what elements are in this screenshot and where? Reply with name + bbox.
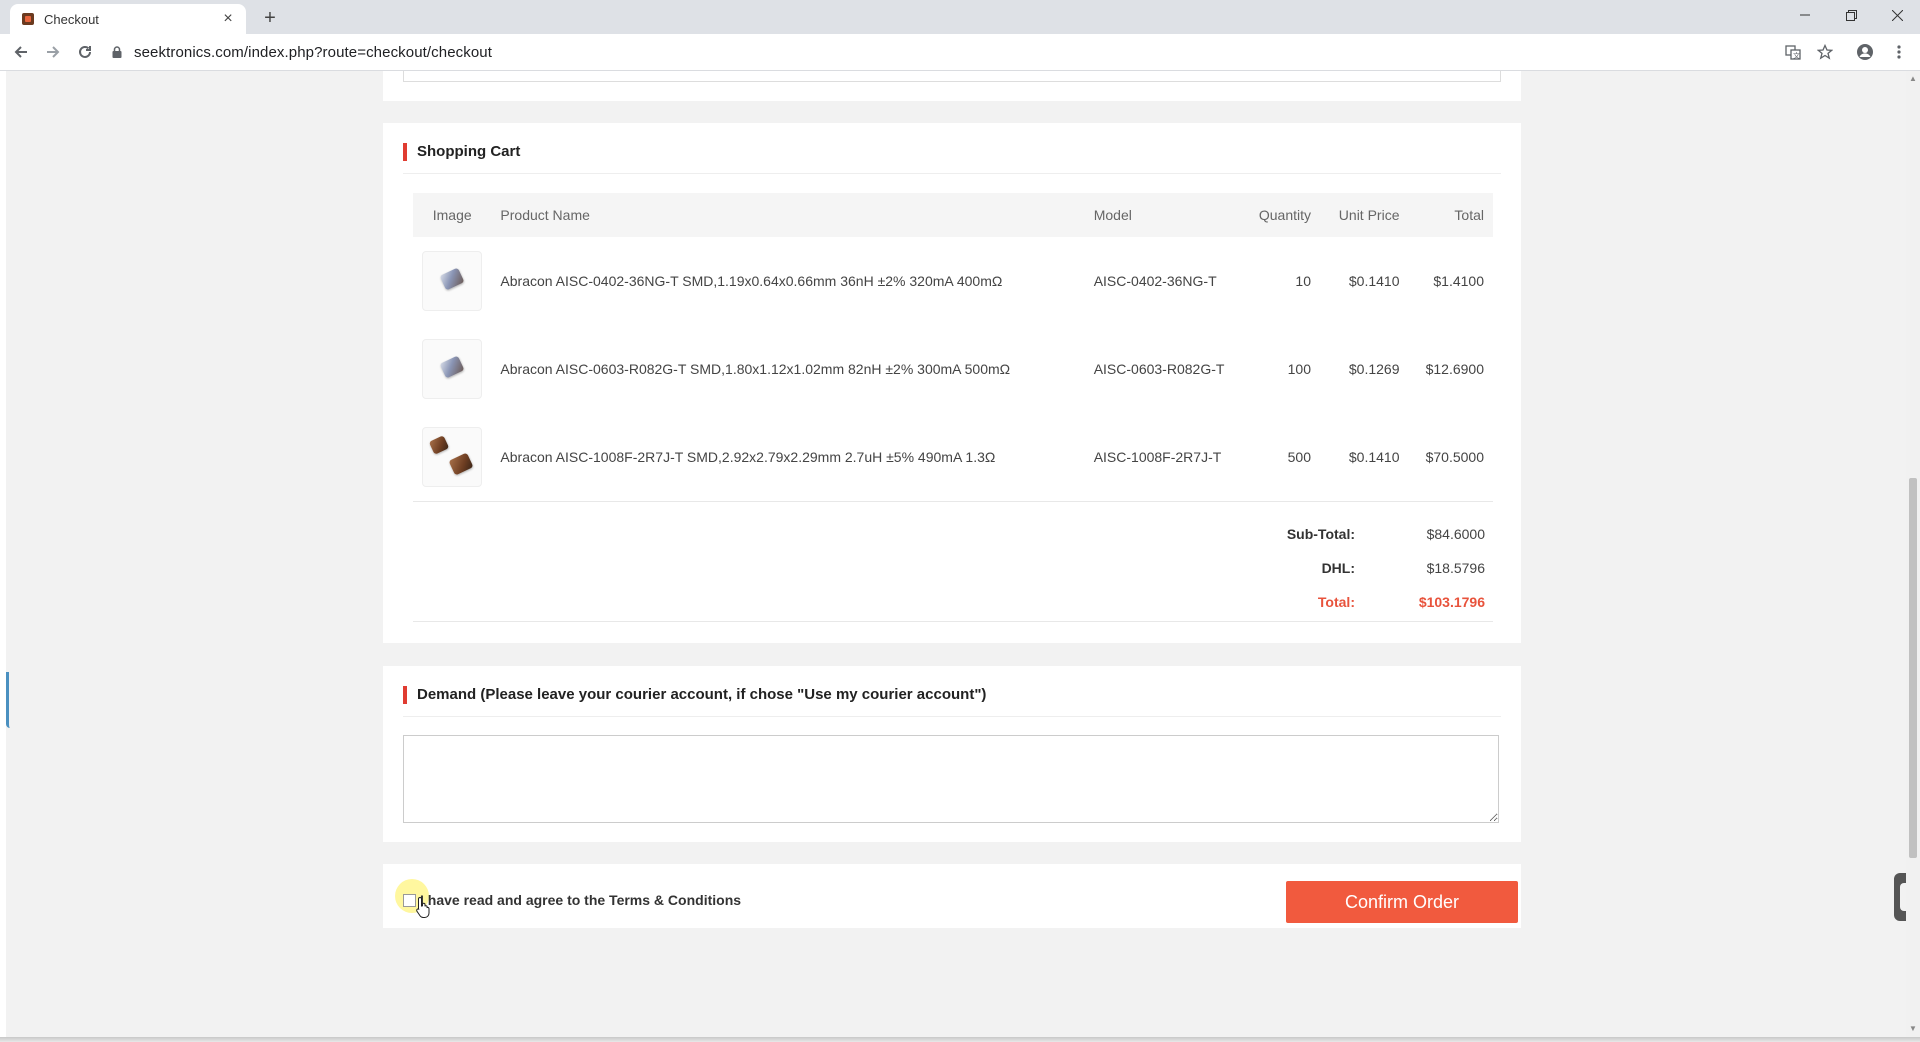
title-divider [403, 716, 1501, 717]
cart-table: Image Product Name Model Quantity Unit P… [413, 193, 1493, 501]
product-total: $70.5000 [1425, 449, 1484, 465]
address-bar[interactable]: seektronics.com/index.php?route=checkout… [110, 38, 1780, 66]
cart-totals: Sub-Total: $84.6000 DHL: $18.5796 Total:… [413, 518, 1493, 620]
product-name-link[interactable]: Abracon AISC-0402-36NG-T SMD,1.19x0.64x0… [491, 237, 1084, 325]
table-row: Abracon AISC-0603-R082G-T SMD,1.80x1.12x… [413, 325, 1493, 413]
shipping-value: $18.5796 [1426, 560, 1485, 576]
product-thumbnail[interactable] [422, 251, 482, 311]
tab-title: Checkout [44, 11, 99, 27]
product-name-link[interactable]: Abracon AISC-1008F-2R7J-T SMD,2.92x2.79x… [491, 413, 1084, 501]
product-unit-price: $0.1269 [1348, 361, 1400, 377]
hand-cursor-icon [416, 896, 430, 918]
product-quantity: 500 [1287, 449, 1311, 465]
reload-icon[interactable] [72, 39, 98, 65]
shopping-cart-title: Shopping Cart [403, 143, 520, 161]
menu-dots-icon[interactable] [1886, 39, 1912, 65]
translate-icon[interactable]: 文 [1780, 39, 1806, 65]
col-header-quantity: Quantity [1258, 207, 1311, 223]
cart-table-header: Image Product Name Model Quantity Unit P… [413, 193, 1493, 237]
inductor-chip-image [428, 435, 450, 455]
product-image-cell [413, 325, 491, 413]
scroll-thumb[interactable] [1909, 478, 1917, 858]
inductor-chip-image [439, 355, 465, 379]
back-arrow-icon[interactable] [8, 39, 34, 65]
minimize-icon[interactable] [1782, 0, 1828, 30]
terms-row[interactable]: I have read and agree to the Terms & Con… [403, 892, 741, 908]
product-model: AISC-0603-R082G-T [1093, 361, 1225, 377]
col-header-image: Image [432, 207, 472, 223]
product-unit-price: $0.1410 [1348, 273, 1400, 289]
browser-tab-bar: Checkout × + [0, 0, 1920, 34]
inductor-chip-image [439, 267, 465, 291]
scroll-up-icon[interactable]: ▲ [1909, 75, 1917, 83]
previous-section-field [403, 71, 1501, 82]
subtotal-row: Sub-Total: $84.6000 [413, 518, 1493, 552]
product-quantity: 100 [1287, 361, 1311, 377]
product-total: $12.6900 [1425, 361, 1484, 377]
product-model: AISC-1008F-2R7J-T [1093, 449, 1222, 465]
product-model: AISC-0402-36NG-T [1093, 273, 1217, 289]
total-row: Total: $103.1796 [413, 586, 1493, 620]
table-row: Abracon AISC-1008F-2R7J-T SMD,2.92x2.79x… [413, 413, 1493, 501]
new-tab-button[interactable]: + [258, 6, 282, 30]
account-icon[interactable] [1852, 39, 1878, 65]
svg-text:文: 文 [1793, 51, 1800, 60]
product-thumbnail[interactable] [422, 427, 482, 487]
product-thumbnail[interactable] [422, 339, 482, 399]
table-row: Abracon AISC-0402-36NG-T SMD,1.19x0.64x0… [413, 237, 1493, 325]
totals-divider [413, 621, 1493, 622]
scroll-down-icon[interactable]: ▼ [1909, 1025, 1917, 1033]
product-name-link[interactable]: Abracon AISC-0603-R082G-T SMD,1.80x1.12x… [491, 325, 1084, 413]
left-edge-handle [6, 672, 14, 728]
site-favicon-icon [22, 13, 34, 25]
product-total: $1.4100 [1433, 273, 1484, 289]
page-viewport: Shopping Cart Image Product Name Model Q… [6, 71, 1906, 1037]
product-unit-price: $0.1410 [1348, 449, 1400, 465]
window-bottom-border [0, 1037, 1920, 1042]
product-image-cell [413, 237, 491, 325]
terms-checkbox[interactable] [403, 893, 416, 907]
demand-title: Demand (Please leave your courier accoun… [403, 686, 986, 704]
subtotal-label: Sub-Total: [1286, 526, 1355, 542]
table-divider [413, 501, 1493, 502]
url-text: seektronics.com/index.php?route=checkout… [134, 43, 493, 61]
product-image-cell [413, 413, 491, 501]
col-header-product-name: Product Name [500, 207, 590, 223]
browser-tab-checkout[interactable]: Checkout × [10, 4, 246, 34]
forward-arrow-icon[interactable] [40, 39, 66, 65]
col-header-total: Total [1454, 207, 1484, 223]
shopping-cart-card: Shopping Cart Image Product Name Model Q… [383, 123, 1521, 643]
star-icon[interactable] [1812, 39, 1838, 65]
lock-icon [112, 46, 122, 58]
product-quantity: 10 [1295, 273, 1311, 289]
tab-close-icon[interactable]: × [218, 9, 238, 29]
title-divider [403, 173, 1501, 174]
confirm-order-button[interactable]: Confirm Order [1286, 881, 1518, 923]
restore-icon[interactable] [1828, 0, 1874, 30]
shipping-row: DHL: $18.5796 [413, 552, 1493, 586]
browser-toolbar: seektronics.com/index.php?route=checkout… [0, 34, 1920, 71]
demand-textarea[interactable] [403, 735, 1499, 823]
previous-section-card [383, 71, 1521, 101]
inductor-chip-image [448, 452, 474, 476]
shipping-label: DHL: [1321, 560, 1355, 576]
col-header-unit-price: Unit Price [1338, 207, 1400, 223]
total-value: $103.1796 [1418, 594, 1485, 610]
total-label: Total: [1317, 594, 1355, 610]
vertical-scrollbar[interactable]: ▲ ▼ [1906, 71, 1920, 1037]
subtotal-value: $84.6000 [1426, 526, 1485, 542]
demand-card: Demand (Please leave your courier accoun… [383, 666, 1521, 842]
close-window-icon[interactable] [1874, 0, 1920, 30]
col-header-model: Model [1093, 207, 1132, 223]
terms-label[interactable]: I have read and agree to the Terms & Con… [420, 892, 741, 908]
